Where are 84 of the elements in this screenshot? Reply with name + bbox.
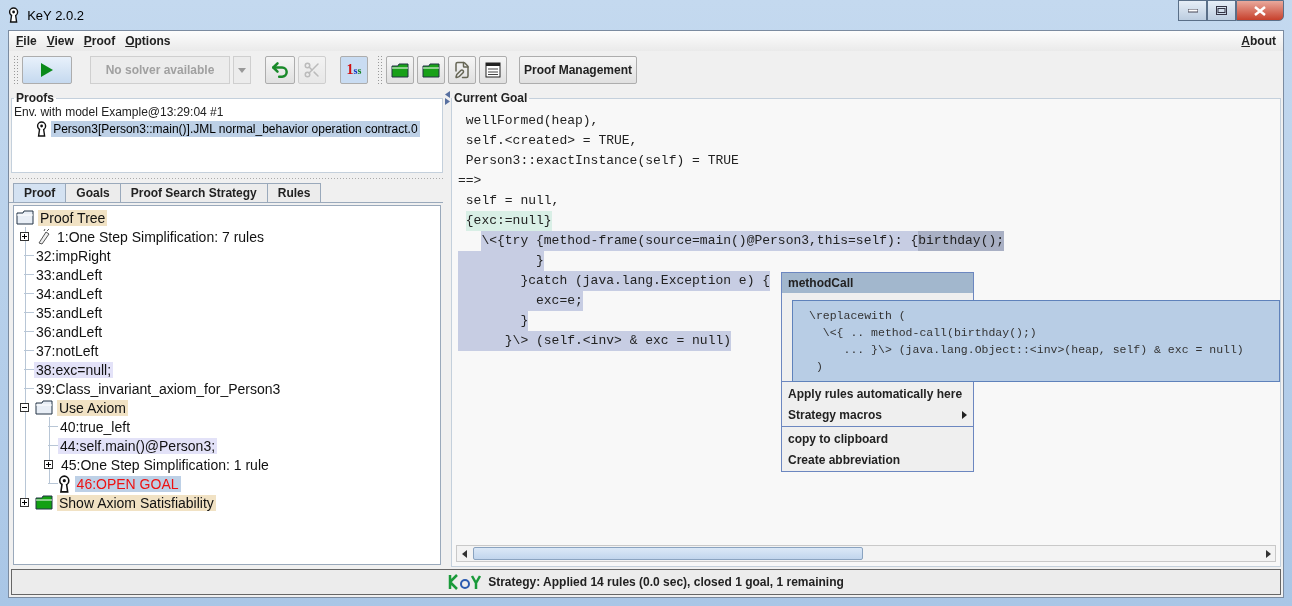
collapse-toggle[interactable] [20,403,29,412]
tree-node[interactable]: 39:Class_invariant_axiom_for_Person3 [34,380,283,397]
menu-item[interactable]: Proof [79,34,120,48]
tree-node[interactable]: 32:impRight [34,247,113,264]
menu-item[interactable]: About [1237,34,1280,48]
panel-title: Proofs [15,91,55,105]
caret-icon [238,67,246,73]
tooltip-line: ) [814,359,824,375]
scroll-left-icon [461,549,467,558]
save-button[interactable] [479,56,507,84]
scroll-thumb[interactable] [473,547,863,560]
tree-node[interactable]: 1:One Step Simplification: 7 rules [55,228,266,245]
scroll-right-icon [1265,549,1271,558]
window-title: KeY 2.0.2 [27,7,85,23]
keyhole-icon [8,7,20,23]
undo-icon [270,60,290,80]
keyhole-icon [58,474,71,493]
logo-icon [448,574,483,590]
expand-toggle[interactable] [44,460,53,469]
code-line: {exc:=null} [458,211,1280,231]
scissors-icon [303,61,321,79]
code-line: Person3::exactInstance(self) = TRUE [464,152,740,170]
submenu-arrow-icon [962,410,967,419]
tree-node[interactable]: 38:exc=null; [34,361,114,378]
folder-icon [391,62,409,78]
open-button[interactable] [386,56,414,84]
tab[interactable]: Rules [266,183,322,202]
panel-title: Current Goal [453,91,529,105]
tree-node[interactable]: 35:andLeft [34,304,105,321]
edit-button[interactable] [448,56,476,84]
expand-toggle[interactable] [20,498,29,507]
tooltip-line: \<{ .. method-call(birthday();) [821,325,1038,341]
close-icon [1254,5,1266,16]
close-button[interactable] [1236,0,1284,21]
folder-icon [422,62,440,78]
menu-item[interactable]: Options [121,34,175,48]
folder-icon [35,400,53,415]
tab[interactable]: Goals [65,183,121,202]
run-button[interactable] [22,56,72,84]
menu-item[interactable]: copy to clipboard [782,428,973,449]
edit-icon [453,61,471,79]
status-text: Strategy: Applied 14 rules (0.0 sec), closed 1 goal, 1 remaining [488,575,844,589]
horizontal-scrollbar[interactable] [456,545,1276,562]
menu-item[interactable]: View [42,34,78,48]
code-line: wellFormed(heap), [464,112,600,130]
tree-node[interactable]: Show Axiom Satisfiability [57,494,216,511]
minimize-button[interactable] [1178,0,1207,21]
menu-item[interactable]: Strategy macros [782,404,973,425]
tab[interactable]: Proof [13,183,67,202]
menu-item[interactable]: Apply rules automatically here [782,383,973,404]
code-line: } [458,251,1280,271]
tooltip-line: ... }\> (java.lang.Object::<inv>(heap, self) & exc = null) [842,342,1245,358]
wand-icon [35,228,51,245]
window-icon [485,62,501,78]
menu-item[interactable]: Create abbreviation [782,449,973,470]
tree-node[interactable]: 37:notLeft [34,342,101,359]
play-icon [40,62,54,78]
tree-node[interactable]: 40:true_left [58,418,133,435]
code-line: self.<created> = TRUE, [464,132,639,150]
minimize-icon [1187,8,1198,13]
keyhole-icon [36,121,48,137]
tree-node[interactable]: 34:andLeft [34,285,105,302]
environment-label: Env. with model Example@13:29:04 #1 [14,105,225,119]
maximize-button[interactable] [1207,0,1236,21]
tree-node[interactable]: 44:self.main()@Person3; [58,437,218,454]
proof-item[interactable]: Person3[Person3::main()].JML normal_behavior operation contract.0 [51,121,420,137]
open-recent-button[interactable] [417,56,445,84]
undo-button[interactable] [265,56,295,84]
code-line: self = null, [464,192,561,210]
menu-item[interactable]: File [12,34,41,48]
tree-node[interactable]: 33:andLeft [34,266,105,283]
tooltip-line: \replacewith ( [809,308,907,324]
menu-title: methodCall [782,273,973,293]
folder-icon [16,210,34,225]
tree-node[interactable]: Use Axiom [57,399,128,416]
expand-toggle[interactable] [20,232,29,241]
tree-node[interactable]: 45:One Step Simplification: 1 rule [59,456,271,473]
code-line: ==> [458,172,483,190]
proof-management-button[interactable]: Proof Management [519,56,637,84]
tree-node[interactable]: 36:andLeft [34,323,105,340]
tab[interactable]: Proof Search Strategy [119,183,268,202]
folder-icon [35,495,53,510]
tree-node[interactable]: Proof Tree [38,209,108,226]
maximize-icon [1216,6,1227,15]
